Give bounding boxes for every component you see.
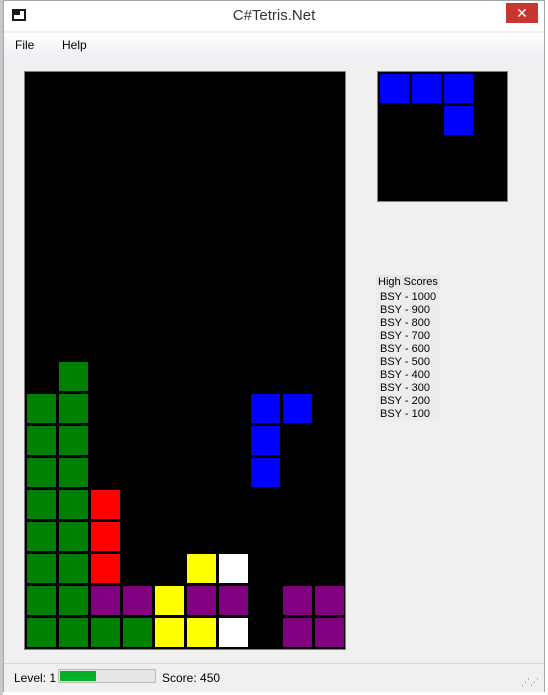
high-score-entry: BSY - 300 — [376, 382, 439, 395]
high-scores-title: High Scores — [376, 275, 440, 290]
board-block — [186, 617, 217, 648]
board-block — [90, 521, 121, 552]
game-board[interactable] — [24, 71, 346, 650]
next-piece-preview — [377, 71, 508, 202]
high-score-entry: BSY - 200 — [376, 395, 439, 408]
board-block — [26, 553, 57, 584]
window-title: C#Tetris.Net — [232, 7, 316, 24]
next-piece-block — [411, 73, 442, 104]
close-button[interactable]: ✕ — [506, 3, 538, 23]
high-score-entry: BSY - 400 — [376, 369, 439, 382]
board-block — [58, 585, 89, 616]
board-block — [218, 617, 249, 648]
menu-help[interactable]: Help — [62, 38, 87, 52]
board-block — [26, 521, 57, 552]
high-score-entry: BSY - 600 — [376, 343, 439, 356]
board-block — [314, 617, 345, 648]
high-score-entry: BSY - 100 — [376, 408, 439, 421]
board-block — [186, 585, 217, 616]
board-block — [122, 585, 153, 616]
board-block — [154, 585, 185, 616]
app-window: C#Tetris.Net ✕ File Help High Scores BSY… — [3, 0, 545, 692]
high-score-entry: BSY - 700 — [376, 330, 439, 343]
board-block — [282, 585, 313, 616]
board-block — [314, 585, 345, 616]
high-scores-list: BSY - 1000 BSY - 900 BSY - 800 BSY - 700… — [376, 291, 439, 421]
board-block — [58, 457, 89, 488]
board-block — [26, 393, 57, 424]
level-progress-fill — [60, 671, 96, 681]
level-label: Level: 1 — [14, 671, 57, 685]
board-block — [154, 617, 185, 648]
board-block — [90, 489, 121, 520]
board-block — [26, 425, 57, 456]
board-block — [58, 393, 89, 424]
menu-bar: File Help — [4, 33, 544, 57]
resize-grip-icon[interactable]: ⋰⋰ — [521, 677, 539, 688]
score-label: Score: 450 — [162, 671, 221, 685]
next-piece-block — [443, 73, 474, 104]
board-block — [282, 617, 313, 648]
status-bar: Level: 1 Score: 450 ⋰⋰ — [4, 663, 544, 692]
title-bar[interactable]: C#Tetris.Net ✕ — [4, 1, 544, 31]
high-score-entry: BSY - 800 — [376, 317, 439, 330]
next-piece-block — [379, 73, 410, 104]
board-block — [58, 521, 89, 552]
board-block — [218, 585, 249, 616]
board-block — [250, 425, 281, 456]
board-block — [186, 553, 217, 584]
level-progress-bar — [58, 669, 156, 683]
board-block — [282, 393, 313, 424]
board-block — [58, 553, 89, 584]
board-block — [26, 617, 57, 648]
board-block — [250, 393, 281, 424]
board-block — [90, 553, 121, 584]
board-block — [26, 489, 57, 520]
menu-file[interactable]: File — [15, 38, 34, 52]
board-block — [58, 361, 89, 392]
board-block — [26, 585, 57, 616]
board-block — [250, 457, 281, 488]
high-score-entry: BSY - 1000 — [376, 291, 439, 304]
board-block — [58, 489, 89, 520]
next-piece-block — [443, 105, 474, 136]
board-block — [218, 553, 249, 584]
board-block — [58, 617, 89, 648]
high-score-entry: BSY - 900 — [376, 304, 439, 317]
board-block — [122, 617, 153, 648]
high-score-entry: BSY - 500 — [376, 356, 439, 369]
board-block — [90, 617, 121, 648]
board-block — [90, 585, 121, 616]
board-block — [26, 457, 57, 488]
board-block — [58, 425, 89, 456]
